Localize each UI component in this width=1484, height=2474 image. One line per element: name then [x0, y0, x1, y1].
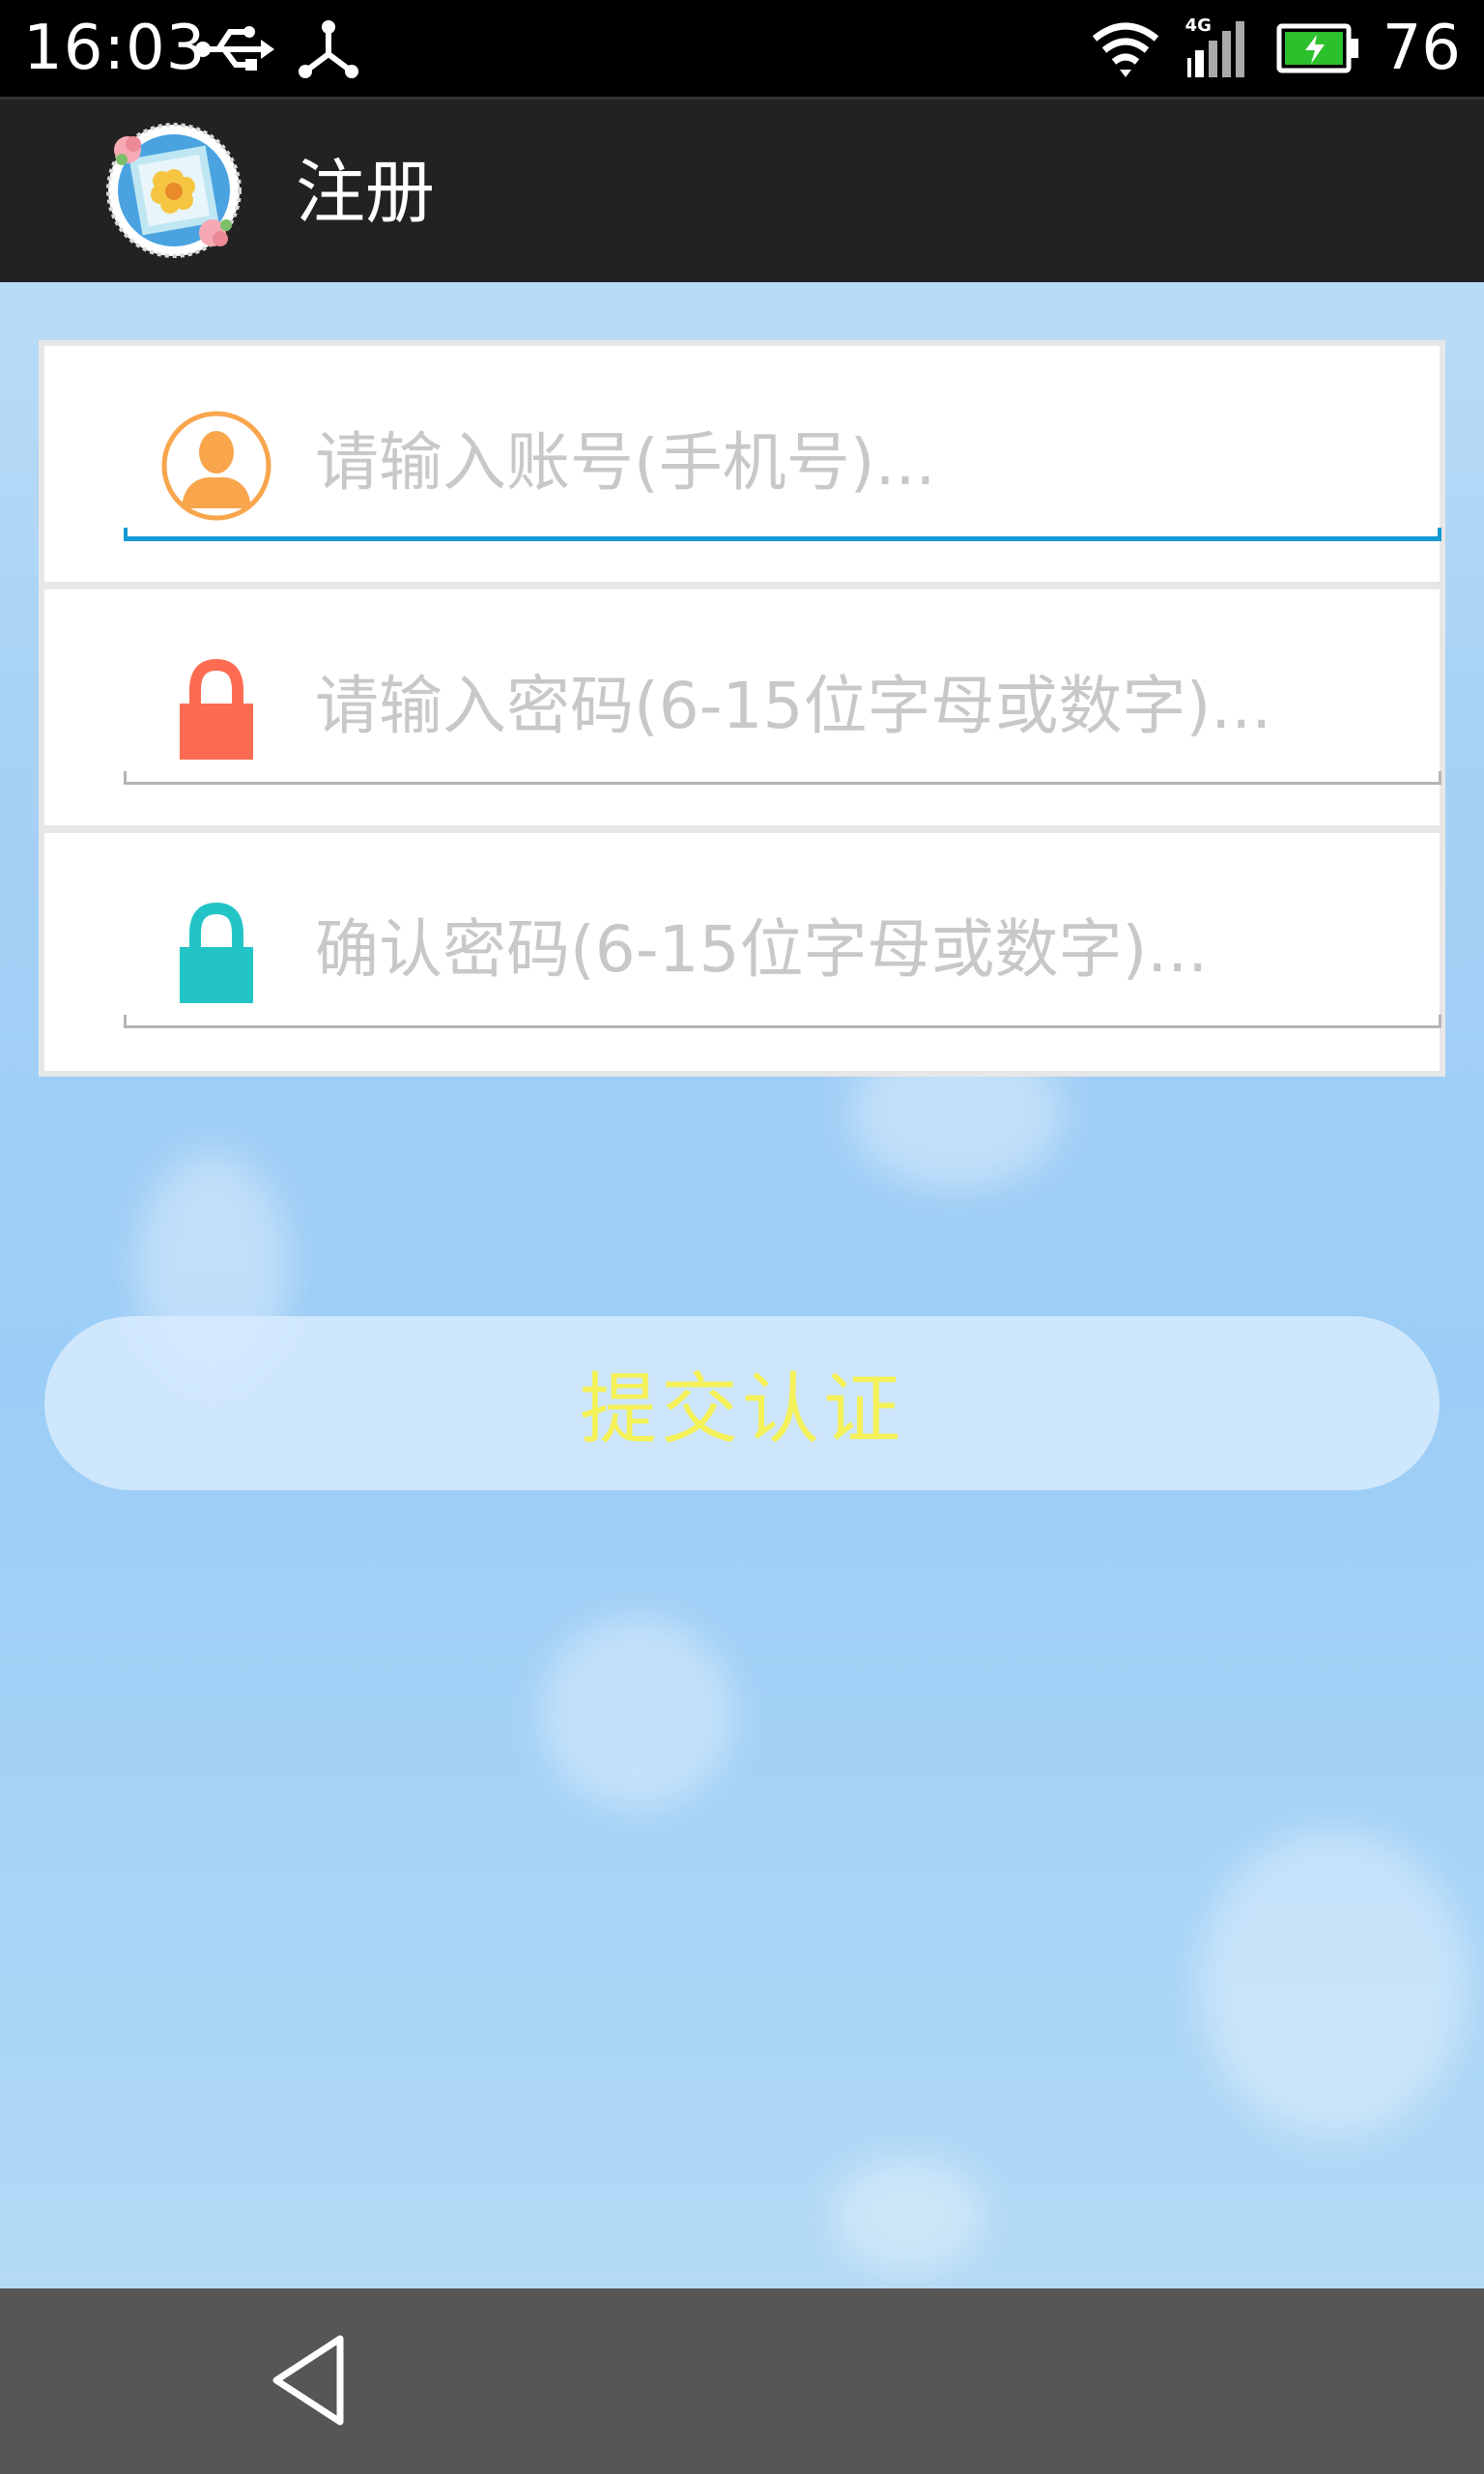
cloud-decoration: [831, 2157, 985, 2273]
account-input[interactable]: [315, 404, 1397, 520]
confirm-password-input[interactable]: [315, 891, 1397, 1007]
page-title: 注册: [296, 152, 436, 233]
signal-icon: 4G: [1184, 15, 1253, 77]
app-logo-icon[interactable]: [104, 121, 243, 260]
confirm-password-underline: [124, 1015, 1441, 1028]
cloud-decoration: [1198, 1828, 1469, 2138]
wifi-icon: [1092, 22, 1158, 77]
register-form: [39, 340, 1445, 1077]
account-row: [44, 346, 1441, 582]
confirm-password-row: [44, 833, 1441, 1071]
password-input[interactable]: [315, 647, 1397, 763]
navigation-bar: [0, 2288, 1484, 2474]
status-bar: 16:03 4G 76: [0, 0, 1484, 97]
status-right-icons: 4G 76: [1091, 12, 1461, 85]
action-bar: 注册: [0, 97, 1484, 282]
battery-percent: 76: [1382, 13, 1461, 84]
lock-icon: [180, 902, 253, 1003]
lock-icon: [180, 658, 253, 760]
status-time: 16:03: [23, 13, 207, 84]
back-icon[interactable]: [259, 2327, 365, 2433]
password-underline: [124, 771, 1441, 785]
battery-charging-icon: [1276, 23, 1358, 73]
share-icon: [299, 20, 358, 78]
cloud-decoration: [541, 1616, 734, 1809]
account-underline: [124, 528, 1441, 541]
submit-button[interactable]: 提交认证: [44, 1316, 1440, 1490]
password-row: [44, 590, 1441, 825]
usb-icon: [195, 26, 274, 71]
user-icon: [161, 411, 271, 521]
status-left-icons: [193, 19, 359, 79]
submit-label: 提交认证: [580, 1366, 904, 1453]
content-area: 提交认证: [0, 282, 1484, 2288]
